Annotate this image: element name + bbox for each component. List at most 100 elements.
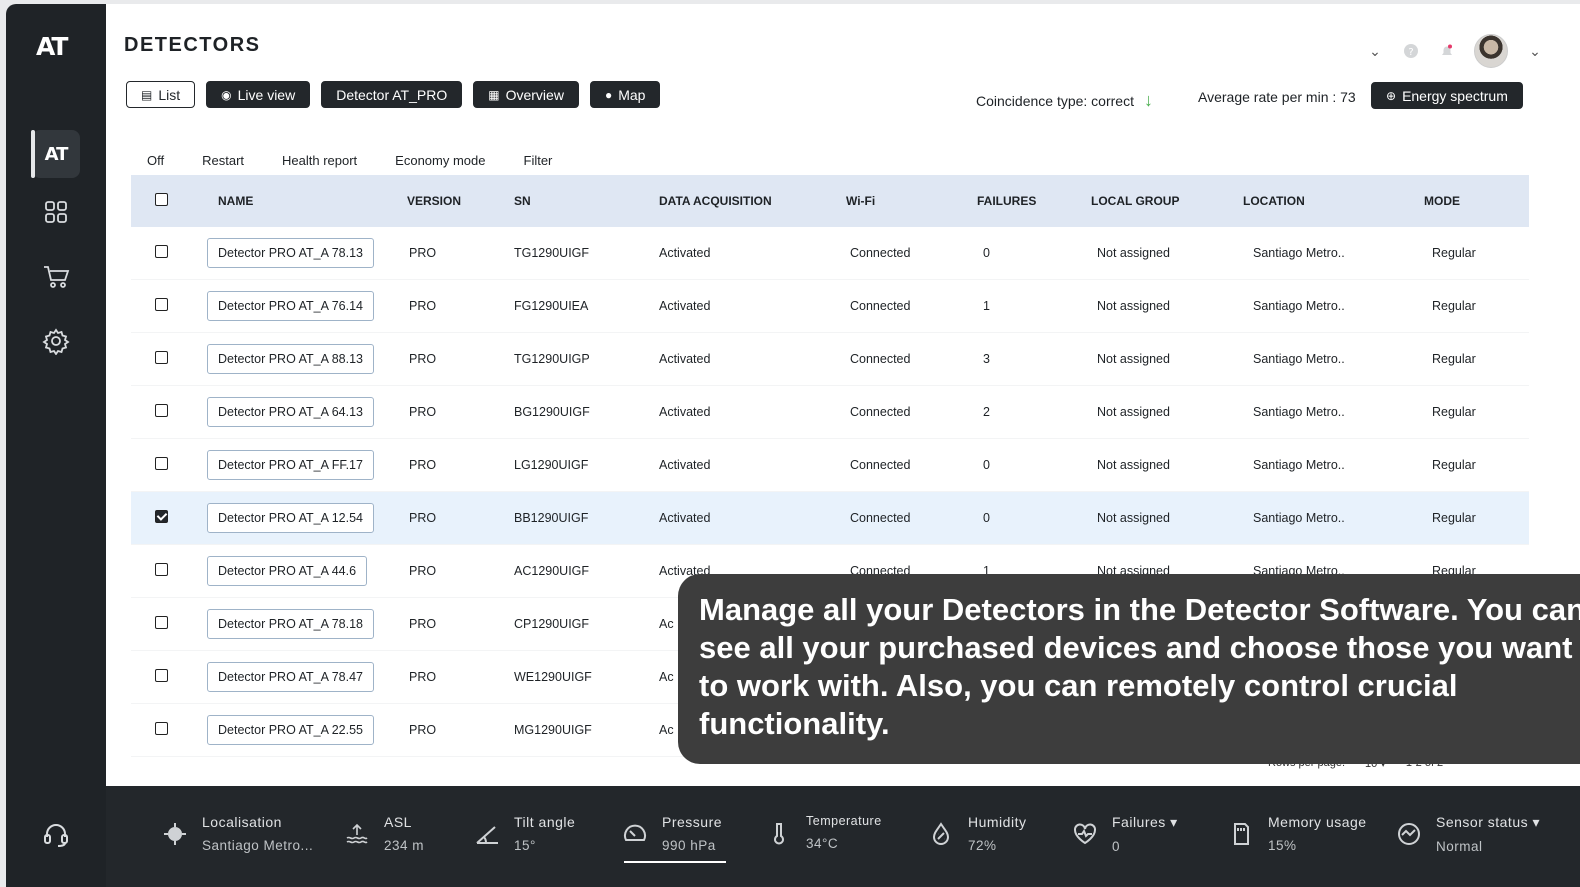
cell-name[interactable]: Detector PRO AT_A 44.6 — [207, 556, 368, 586]
table-row[interactable]: Detector PRO AT_A 12.54 PRO BB1290UIGF Acti… — [131, 492, 1529, 545]
account-chevron-icon[interactable]: ⌄ — [1526, 42, 1544, 60]
stat-sensor-status[interactable]: Sensor status ▾ Normal — [1396, 814, 1540, 854]
col-location[interactable]: LOCATION — [1217, 194, 1398, 208]
row-checkbox[interactable] — [155, 616, 168, 629]
action-filter[interactable]: Filter — [524, 153, 553, 168]
stat-temperature[interactable]: Temperature 34°C — [766, 814, 882, 851]
table-row[interactable]: Detector PRO AT_A 76.14 PRO FG1290UIEA Acti… — [131, 280, 1529, 333]
cell-location: Santiago Metro.. — [1253, 405, 1345, 419]
gauge-icon — [622, 821, 648, 847]
energy-spectrum-button[interactable]: ⊕ Energy spectrum — [1371, 82, 1523, 109]
stat-failures[interactable]: Failures ▾ 0 — [1072, 814, 1178, 854]
cell-name[interactable]: Detector PRO AT_A 76.14 — [207, 291, 374, 321]
cell-sn: AC1290UIGF — [514, 564, 590, 578]
cell-mode: Regular — [1432, 511, 1476, 525]
thermometer-icon — [766, 820, 792, 846]
col-data-acquisition[interactable]: DATA ACQUISITION — [633, 194, 820, 208]
cell-wifi: Connected — [850, 246, 911, 260]
stat-localisation[interactable]: Localisation Santiago Metro... — [162, 814, 313, 853]
status-icon — [1396, 821, 1422, 847]
cell-version: PRO — [409, 511, 437, 525]
row-checkbox[interactable] — [155, 404, 168, 417]
table-row[interactable]: Detector PRO AT_A FF.17 PRO LG1290UIGF Acti… — [131, 439, 1529, 492]
cell-sn: TG1290UIGP — [514, 352, 590, 366]
cell-name[interactable]: Detector PRO AT_A 78.18 — [207, 609, 374, 639]
overview-grid-icon: ▦ — [488, 87, 500, 102]
map-button[interactable]: ● Map — [589, 81, 661, 108]
cell-data-acquisition: Activated — [659, 299, 711, 313]
cell-version: PRO — [409, 299, 437, 313]
help-icon[interactable]: ? — [1402, 42, 1420, 60]
cell-sn: MG1290UIGF — [514, 723, 592, 737]
cell-version: PRO — [409, 670, 437, 684]
row-checkbox[interactable] — [155, 351, 168, 364]
stat-humidity[interactable]: Humidity 72% — [928, 814, 1026, 853]
table-row[interactable]: Detector PRO AT_A 64.13 PRO BG1290UIGF Acti… — [131, 386, 1529, 439]
col-local-group[interactable]: LOCAL GROUP — [1065, 194, 1217, 208]
action-restart[interactable]: Restart — [202, 153, 244, 168]
droplet-icon — [928, 821, 954, 847]
cell-mode: Regular — [1432, 352, 1476, 366]
list-button[interactable]: ▤ List — [126, 81, 196, 108]
select-all-checkbox[interactable] — [155, 193, 168, 206]
stat-tilt-angle[interactable]: Tilt angle 15° — [474, 814, 575, 853]
cell-name[interactable]: Detector PRO AT_A 88.13 — [207, 344, 374, 374]
cart-icon — [42, 263, 70, 291]
detector-button[interactable]: Detector AT_PRO — [321, 81, 463, 108]
row-checkbox[interactable] — [155, 298, 168, 311]
col-name[interactable]: NAME — [191, 194, 381, 208]
chevron-down-icon[interactable]: ⌄ — [1366, 42, 1384, 60]
row-checkbox[interactable] — [155, 722, 168, 735]
overview-button[interactable]: ▦ Overview — [473, 81, 579, 108]
coincidence-type[interactable]: Coincidence type: correct ↓ — [976, 90, 1153, 111]
stat-pressure[interactable]: Pressure 990 hPa — [622, 814, 722, 853]
cell-name[interactable]: Detector PRO AT_A 22.55 — [207, 715, 374, 745]
sidebar-item-home[interactable]: AT — [31, 130, 80, 178]
row-checkbox[interactable] — [155, 457, 168, 470]
cell-name[interactable]: Detector PRO AT_A 78.47 — [207, 662, 374, 692]
sidebar-item-dashboard[interactable] — [32, 188, 80, 236]
sidebar-item-settings[interactable] — [32, 317, 80, 365]
bulk-actions: Off Restart Health report Economy mode F… — [147, 153, 590, 168]
stat-asl[interactable]: ASL 234 m — [344, 814, 424, 853]
cell-failures: 2 — [983, 405, 990, 419]
cell-local-group: Not assigned — [1097, 511, 1170, 525]
cell-data-acquisition: Activated — [659, 458, 711, 472]
action-health-report[interactable]: Health report — [282, 153, 357, 168]
cell-name[interactable]: Detector PRO AT_A 78.13 — [207, 238, 374, 268]
col-sn[interactable]: SN — [488, 194, 633, 208]
row-checkbox[interactable] — [155, 510, 168, 523]
table-row[interactable]: Detector PRO AT_A 88.13 PRO TG1290UIGP Acti… — [131, 333, 1529, 386]
live-view-button[interactable]: ◉ Live view — [206, 81, 311, 108]
row-checkbox[interactable] — [155, 669, 168, 682]
altitude-icon — [344, 821, 370, 847]
col-wifi[interactable]: Wi-Fi — [820, 194, 951, 208]
cell-sn: WE1290UIGF — [514, 670, 592, 684]
cell-version: PRO — [409, 723, 437, 737]
cell-mode: Regular — [1432, 405, 1476, 419]
cell-name[interactable]: Detector PRO AT_A 64.13 — [207, 397, 374, 427]
table-row[interactable]: Detector PRO AT_A 78.13 PRO TG1290UIGF Acti… — [131, 227, 1529, 280]
sidebar-item-support[interactable] — [32, 810, 80, 858]
bell-icon[interactable] — [1438, 42, 1456, 60]
cell-version: PRO — [409, 246, 437, 260]
action-off[interactable]: Off — [147, 153, 164, 168]
cell-name[interactable]: Detector PRO AT_A 12.54 — [207, 503, 374, 533]
sidebar-item-shop[interactable] — [32, 253, 80, 301]
cell-location: Santiago Metro.. — [1253, 299, 1345, 313]
cell-name[interactable]: Detector PRO AT_A FF.17 — [207, 450, 374, 480]
action-economy-mode[interactable]: Economy mode — [395, 153, 485, 168]
svg-text:?: ? — [1408, 47, 1413, 58]
row-checkbox[interactable] — [155, 245, 168, 258]
average-rate: Average rate per min : 73 — [1198, 89, 1356, 105]
col-failures[interactable]: FAILURES — [951, 194, 1065, 208]
row-checkbox[interactable] — [155, 563, 168, 576]
col-mode[interactable]: MODE — [1398, 194, 1498, 208]
cell-mode: Regular — [1432, 299, 1476, 313]
stat-memory-usage[interactable]: Memory usage 15% — [1228, 814, 1367, 853]
cell-wifi: Connected — [850, 405, 911, 419]
avatar[interactable] — [1474, 34, 1508, 68]
col-version[interactable]: VERSION — [381, 194, 488, 208]
cell-failures: 1 — [983, 299, 990, 313]
cell-local-group: Not assigned — [1097, 352, 1170, 366]
